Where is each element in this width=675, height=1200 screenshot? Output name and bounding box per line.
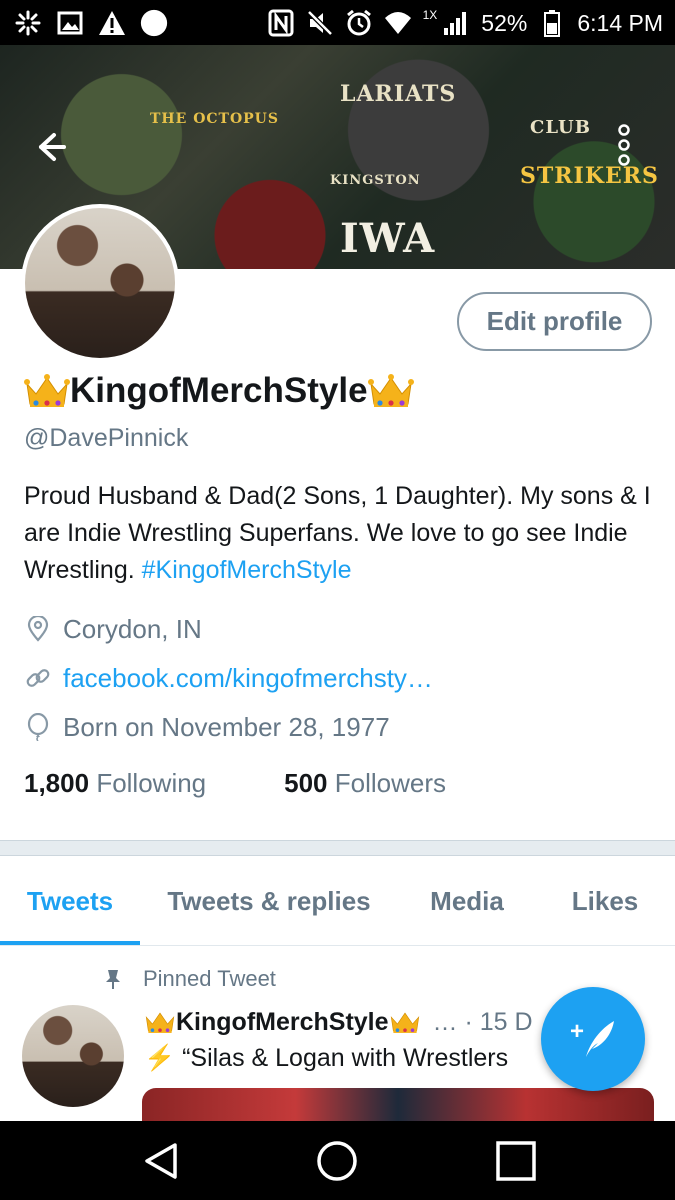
network-type: 1X (422, 8, 438, 22)
location-text: Corydon, IN (63, 613, 202, 644)
compose-plus-glyph: + (570, 1018, 584, 1045)
compose-tweet-button[interactable]: + (541, 987, 645, 1091)
pinned-text: Pinned Tweet (143, 966, 276, 991)
followers-stat[interactable]: 500 Followers (284, 768, 446, 799)
display-name-row: KingofMerchStyle (24, 366, 414, 416)
avatar-photo (25, 208, 175, 358)
followers-count: 500 (284, 768, 328, 798)
birthday-row: Born on November 28, 1977 (24, 709, 390, 745)
website-row: facebook.com/kingofmerchsty… (24, 660, 433, 696)
location-row: Corydon, IN (24, 611, 202, 647)
banner-text: CLUB (530, 117, 591, 138)
website-link[interactable]: facebook.com/kingofmerchsty… (63, 663, 433, 694)
pinned-tweet-label: Pinned Tweet (102, 963, 276, 995)
nav-back-icon[interactable] (139, 1139, 183, 1183)
tweet-text[interactable]: ⚡ “Silas & Logan with Wrestlers (144, 1040, 508, 1076)
following-stat[interactable]: 1,800 Following (24, 768, 206, 799)
banner-text: KINGSTON (330, 173, 421, 188)
tab-media[interactable]: Media (408, 856, 526, 946)
profile-tabs: Tweets Tweets & replies Media Likes (0, 856, 675, 946)
banner-text: IWA (340, 215, 436, 262)
nav-home-icon[interactable] (315, 1139, 359, 1183)
status-bar: 1X 52% 6:14 PM (0, 0, 675, 45)
more-vertical-icon[interactable] (612, 123, 636, 167)
tweet-author-avatar[interactable] (22, 1005, 124, 1107)
signal-icon (442, 9, 470, 37)
followers-label: Followers (334, 768, 447, 798)
edit-profile-button[interactable]: Edit profile (457, 292, 652, 351)
clock: 6:14 PM (577, 9, 663, 36)
balloon-icon (24, 713, 52, 741)
alarm-icon (345, 9, 373, 37)
nfc-icon (267, 9, 295, 37)
battery-level: 52% (481, 9, 528, 36)
tweet-header[interactable]: KingofMerchStyle … · 15 D (144, 1003, 533, 1041)
bio-hashtag-link[interactable]: #KingofMerchStyle (142, 556, 352, 584)
tweet-author-name: KingofMerchStyle (176, 1007, 389, 1036)
following-label: Following (96, 768, 207, 798)
back-arrow-icon[interactable] (30, 127, 70, 167)
banner-text: STRIKERS (520, 163, 659, 189)
crown-icon (389, 1009, 421, 1035)
link-icon (24, 664, 52, 692)
battery-icon (538, 9, 566, 37)
following-count: 1,800 (24, 768, 90, 798)
crown-icon (367, 372, 414, 410)
display-name: KingofMerchStyle (70, 371, 368, 410)
section-divider (0, 840, 675, 856)
nav-recents-icon[interactable] (494, 1139, 538, 1183)
circle-icon (140, 9, 168, 37)
crown-icon (24, 372, 70, 410)
banner-text: LARIATS (340, 81, 457, 107)
active-tab-indicator (0, 941, 140, 945)
tweet-meta: … · 15 D (432, 1007, 533, 1036)
wifi-icon (384, 9, 412, 37)
spark-icon (14, 9, 42, 37)
compose-feather-icon: + (570, 1018, 614, 1057)
tab-tweets-and-replies[interactable]: Tweets & replies (150, 856, 388, 946)
pin-icon (102, 968, 124, 990)
tab-tweets[interactable]: Tweets (0, 856, 140, 946)
user-handle: @DavePinnick (24, 424, 189, 452)
mute-icon (306, 9, 334, 37)
profile-avatar[interactable] (21, 204, 179, 362)
banner-text: THE OCTOPUS (150, 111, 279, 127)
alert-icon (98, 9, 126, 37)
birthday-text: Born on November 28, 1977 (63, 711, 390, 742)
tab-likes[interactable]: Likes (545, 856, 665, 946)
location-pin-icon (24, 615, 52, 643)
gallery-icon (56, 9, 84, 37)
follow-counts: 1,800 Following 500 Followers (24, 768, 446, 799)
system-nav-bar (0, 1121, 675, 1200)
crown-icon (144, 1009, 176, 1035)
profile-bio: Proud Husband & Dad(2 Sons, 1 Daughter).… (24, 478, 654, 589)
